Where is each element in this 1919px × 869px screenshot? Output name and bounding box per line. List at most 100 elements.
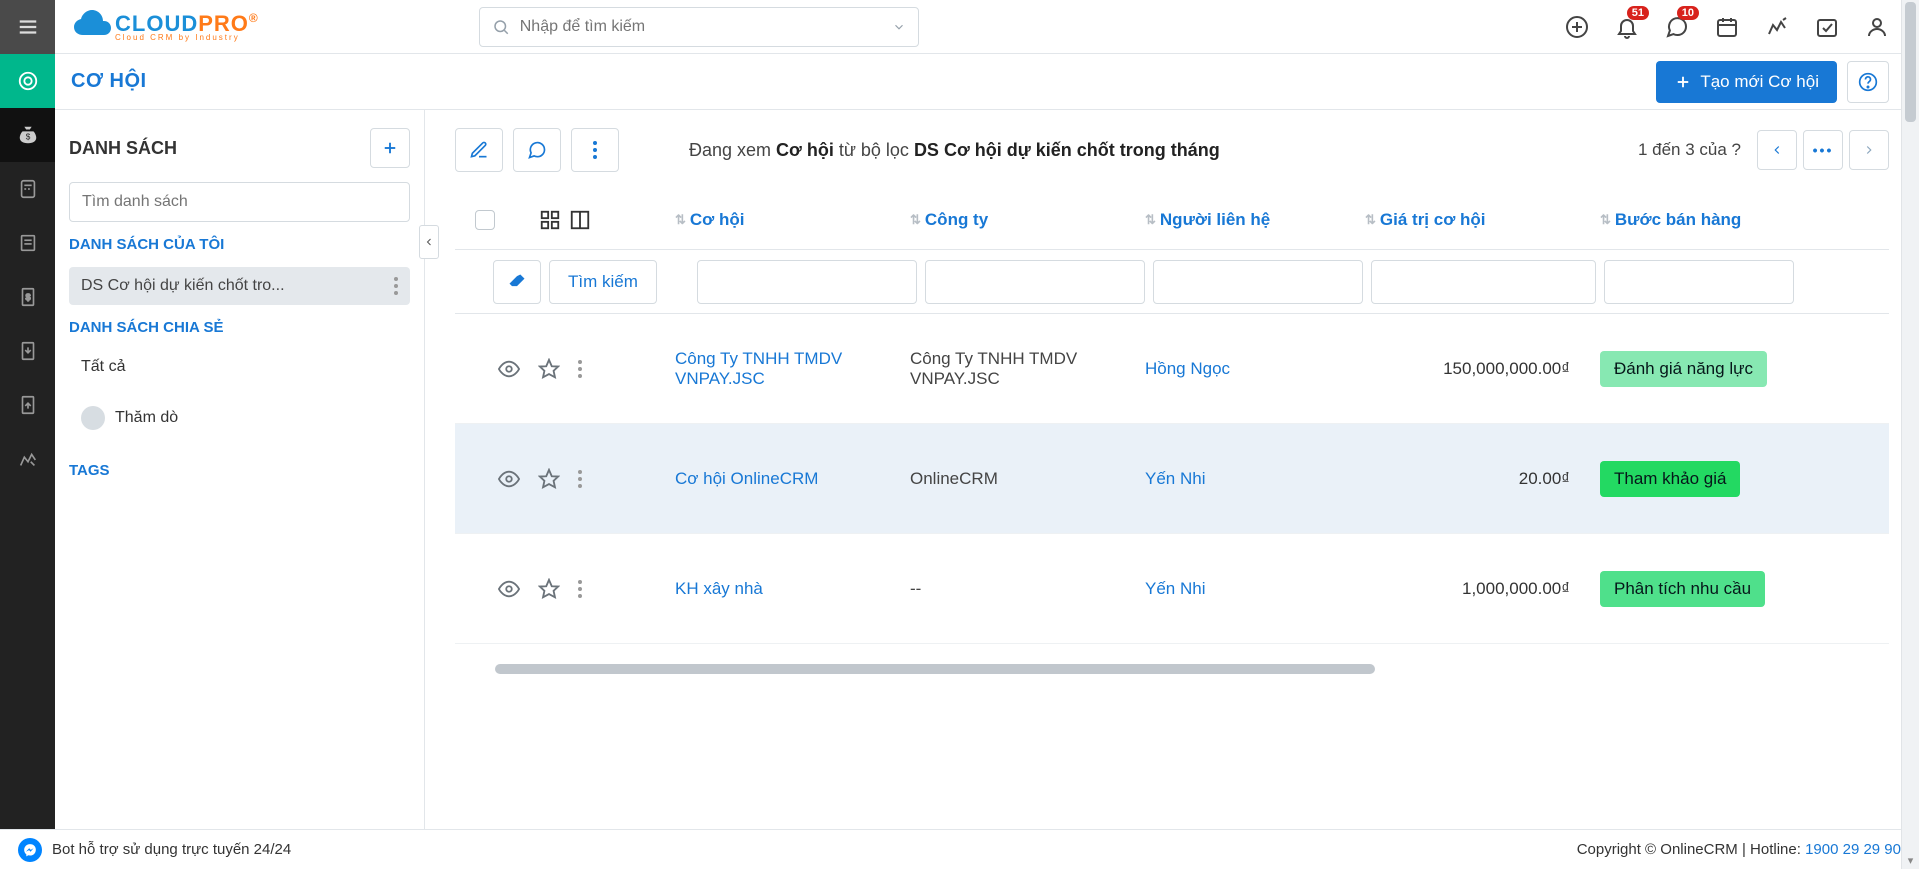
viewing-text: Đang xem Cơ hội từ bộ lọc DS Cơ hội dự k… (689, 140, 1220, 161)
star-icon[interactable] (538, 468, 560, 490)
rail-receipt-icon[interactable] (0, 216, 55, 270)
sidebar-list-item-active[interactable]: DS Cơ hội dự kiến chốt tro... (69, 267, 410, 305)
help-icon (1858, 72, 1878, 92)
chevron-down-icon[interactable] (892, 20, 906, 34)
cell-contact[interactable]: Yến Nhi (1145, 469, 1365, 489)
add-list-button[interactable] (370, 128, 410, 168)
filter-opportunity-input[interactable] (697, 260, 917, 304)
collapse-sidebar-button[interactable] (419, 225, 439, 259)
cell-value: 20.00₫ (1365, 469, 1600, 489)
table-row[interactable]: Công Ty TNHH TMDV VNPAY.JSC Công Ty TNHH… (455, 314, 1889, 424)
global-search[interactable] (479, 7, 919, 47)
plus-icon (381, 139, 399, 157)
pager-more-button[interactable]: ••• (1803, 130, 1843, 170)
sidebar-list-item-label: DS Cơ hội dự kiến chốt tro... (81, 277, 285, 295)
cell-opportunity[interactable]: Công Ty TNHH TMDV VNPAY.JSC (675, 349, 910, 389)
col-contact[interactable]: ⇅Người liên hệ (1145, 210, 1365, 230)
svg-text:$: $ (25, 133, 30, 142)
more-icon[interactable] (394, 277, 398, 295)
chevron-left-icon (1770, 143, 1784, 157)
my-lists-heading: DANH SÁCH CỦA TÔI (69, 236, 410, 253)
eye-icon[interactable] (498, 468, 520, 490)
cell-contact[interactable]: Hồng Ngọc (1145, 359, 1365, 379)
row-more-icon[interactable] (578, 580, 582, 598)
calendar-icon[interactable] (1715, 15, 1739, 39)
cell-opportunity[interactable]: Cơ hội OnlineCRM (675, 469, 910, 489)
table-header: ⇅Cơ hội ⇅Công ty ⇅Người liên hệ ⇅Giá trị… (455, 190, 1889, 250)
chat-badge: 10 (1677, 6, 1699, 20)
chat-icon (527, 140, 547, 160)
row-more-icon[interactable] (578, 470, 582, 488)
rail-download-icon[interactable] (0, 324, 55, 378)
sidebar-all-link[interactable]: Tất cả (69, 350, 410, 384)
rail-upload-icon[interactable] (0, 378, 55, 432)
list-main: Đang xem Cơ hội từ bộ lọc DS Cơ hội dự k… (425, 110, 1919, 829)
sidebar-search-input[interactable] (69, 182, 410, 222)
search-icon (492, 18, 510, 36)
window-scrollbar[interactable]: ▴ ▾ (1901, 0, 1919, 869)
filter-row: Tìm kiếm (455, 250, 1889, 314)
svg-text:$: $ (25, 293, 30, 302)
select-all-checkbox[interactable] (475, 210, 495, 230)
prev-page-button[interactable] (1757, 130, 1797, 170)
cell-step: Phân tích nhu cầu (1600, 571, 1800, 607)
table-row[interactable]: Cơ hội OnlineCRM OnlineCRM Yến Nhi 20.00… (455, 424, 1889, 534)
col-value[interactable]: ⇅Giá trị cơ hội (1365, 210, 1600, 230)
filter-value-input[interactable] (1371, 260, 1596, 304)
cell-contact[interactable]: Yến Nhi (1145, 579, 1365, 599)
avatar-icon (81, 406, 105, 430)
menu-toggle[interactable] (0, 0, 55, 54)
rail-target-icon[interactable] (0, 54, 55, 108)
tags-heading: TAGS (69, 462, 410, 479)
clear-filters-button[interactable] (493, 260, 541, 304)
sidebar-probe-link[interactable]: Thăm dò (69, 398, 410, 438)
reports-icon[interactable] (1765, 15, 1789, 39)
cell-opportunity[interactable]: KH xây nhà (675, 579, 910, 599)
comment-button[interactable] (513, 128, 561, 172)
star-icon[interactable] (538, 358, 560, 380)
row-more-icon[interactable] (578, 360, 582, 378)
h-scrollbar[interactable] (495, 664, 1869, 676)
star-icon[interactable] (538, 578, 560, 600)
tasks-icon[interactable] (1815, 15, 1839, 39)
col-company[interactable]: ⇅Công ty (910, 210, 1145, 230)
messenger-icon[interactable] (18, 838, 42, 862)
eye-icon[interactable] (498, 578, 520, 600)
notifications-icon[interactable]: 51 (1615, 15, 1639, 39)
table-row[interactable]: KH xây nhà -- Yến Nhi 1,000,000.00₫ Phân… (455, 534, 1889, 644)
rail-calc-icon[interactable] (0, 162, 55, 216)
rail-edit-chart-icon[interactable] (0, 432, 55, 486)
next-page-button[interactable] (1849, 130, 1889, 170)
footer-hotline-link[interactable]: 1900 29 29 90 (1805, 841, 1901, 858)
global-search-input[interactable] (520, 18, 882, 36)
grid-view-icon[interactable] (539, 209, 561, 231)
filter-contact-input[interactable] (1153, 260, 1363, 304)
quick-add-icon[interactable] (1565, 15, 1589, 39)
col-opportunity[interactable]: ⇅Cơ hội (675, 210, 910, 230)
messages-icon[interactable]: 10 (1665, 15, 1689, 39)
cell-company[interactable]: OnlineCRM (910, 469, 1145, 489)
plus-icon (1674, 73, 1692, 91)
edit-button[interactable] (455, 128, 503, 172)
eraser-icon (507, 272, 527, 292)
create-button[interactable]: Tạo mới Cơ hội (1656, 61, 1837, 103)
footer: Bot hỗ trợ sử dụng trực tuyến 24/24 Copy… (0, 829, 1919, 869)
chevron-right-icon (1862, 143, 1876, 157)
rail-money-bag-icon[interactable]: $ (0, 108, 55, 162)
apply-search-button[interactable]: Tìm kiếm (549, 260, 657, 304)
sidebar-lists-title: DANH SÁCH (69, 138, 177, 159)
footer-copyright: Copyright © OnlineCRM (1577, 841, 1738, 858)
rail-invoice-icon[interactable]: $ (0, 270, 55, 324)
filter-step-input[interactable] (1604, 260, 1794, 304)
filter-company-input[interactable] (925, 260, 1145, 304)
cell-value: 150,000,000.00₫ (1365, 359, 1600, 379)
nav-rail: $ $ (0, 0, 55, 869)
logo[interactable]: CLOUDPRO® Cloud CRM by Industry (71, 7, 259, 47)
col-step[interactable]: ⇅Bước bán hàng (1600, 210, 1800, 230)
more-actions-button[interactable] (571, 128, 619, 172)
user-icon[interactable] (1865, 15, 1889, 39)
split-view-icon[interactable] (569, 209, 591, 231)
cell-company[interactable]: Công Ty TNHH TMDV VNPAY.JSC (910, 349, 1145, 389)
help-button[interactable] (1847, 61, 1889, 103)
eye-icon[interactable] (498, 358, 520, 380)
